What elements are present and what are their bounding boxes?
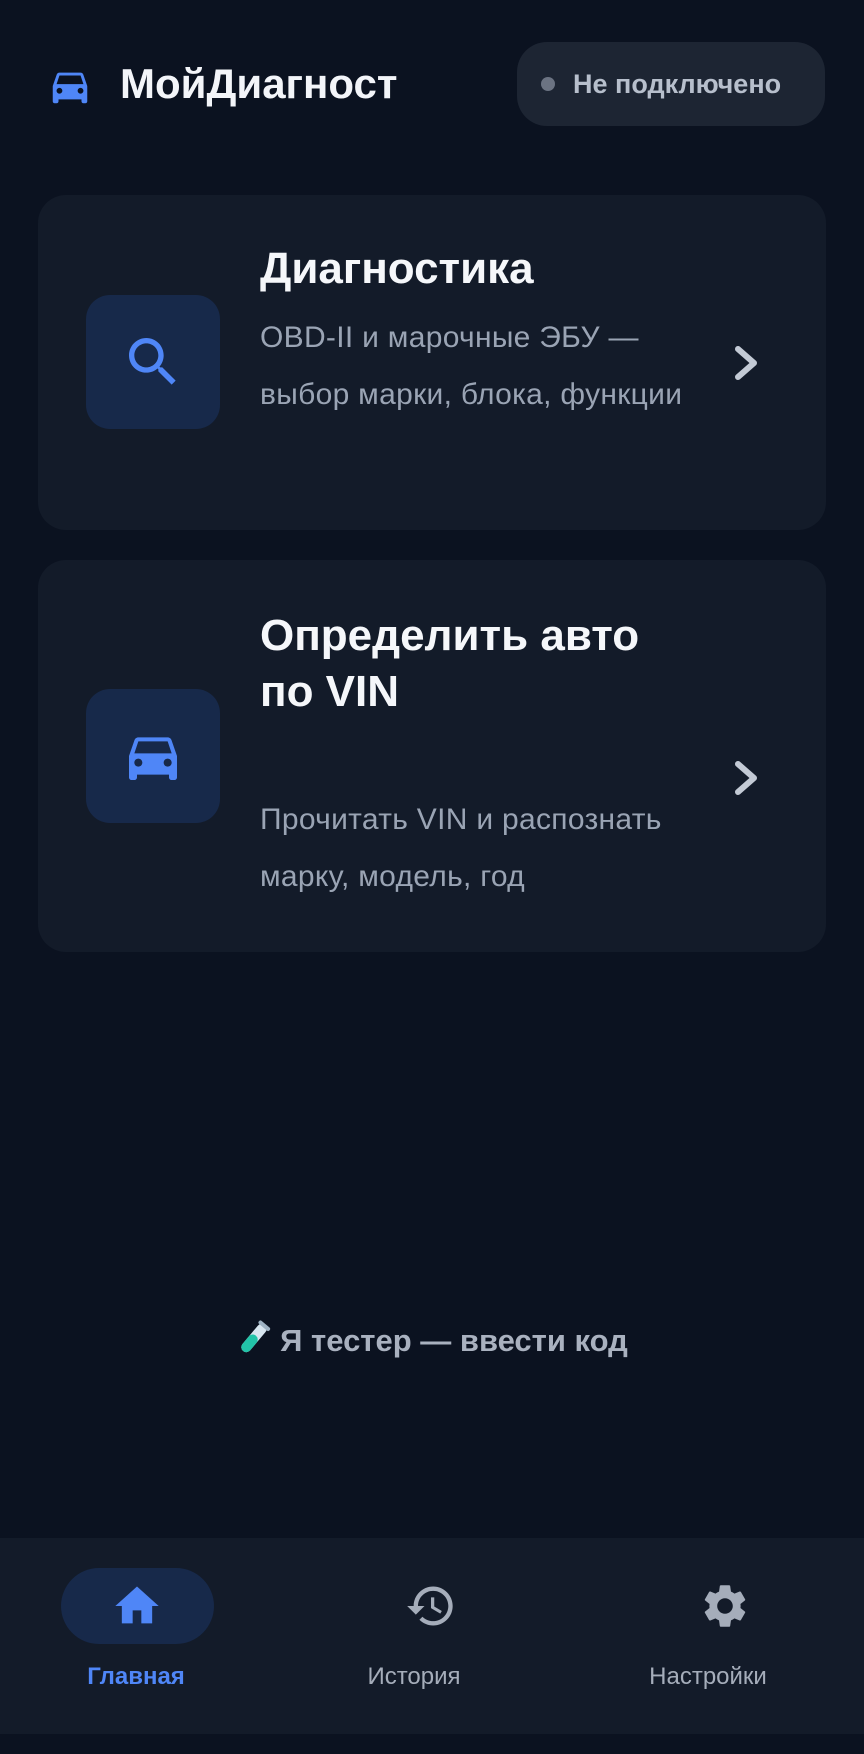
chevron-right-icon: [735, 346, 757, 380]
nav-label-settings: Настройки: [649, 1663, 767, 1690]
vin-icon-box: [86, 689, 220, 823]
connection-status-text: Не подключено: [573, 69, 782, 99]
vin-lookup-title: Определить авто по VIN: [260, 611, 640, 716]
app-screen: МойДиагност Не подключено Диагностика OB…: [0, 0, 864, 1754]
diagnostics-description: OBD-II и марочные ЭБУ — выбор марки, бло…: [260, 321, 683, 411]
car-icon: [52, 72, 88, 104]
system-gesture-bar: [0, 1734, 864, 1754]
bottom-navigation: Главная История Настройки: [0, 1538, 864, 1734]
nav-tab-history[interactable]: История: [288, 1538, 576, 1734]
nav-tab-settings[interactable]: Настройки: [576, 1538, 864, 1734]
search-icon: [129, 338, 176, 385]
tester-code-label: Я тестер — ввести код: [280, 1323, 628, 1358]
app-header: МойДиагност Не подключено: [0, 0, 864, 170]
status-dot: [541, 77, 555, 91]
diagnostics-card[interactable]: Диагностика OBD-II и марочные ЭБУ — выбо…: [38, 195, 826, 530]
nav-label-home: Главная: [87, 1663, 185, 1690]
vin-lookup-description: Прочитать VIN и распознать марку, модель…: [260, 803, 662, 893]
gear-icon: [704, 1585, 746, 1627]
tester-code-link[interactable]: Я тестер — ввести код: [0, 1318, 864, 1364]
diagnostics-icon-box: [86, 295, 220, 429]
test-tube-icon: [241, 1320, 271, 1353]
car-icon: [129, 737, 177, 780]
home-icon: [115, 1586, 159, 1624]
app-title: МойДиагност: [120, 60, 398, 107]
nav-tab-home[interactable]: Главная: [0, 1538, 288, 1734]
history-icon: [407, 1586, 453, 1626]
nav-label-history: История: [367, 1663, 461, 1690]
vin-lookup-card[interactable]: Определить авто по VIN Прочитать VIN и р…: [38, 560, 826, 952]
diagnostics-title: Диагностика: [260, 244, 534, 293]
connection-status-badge[interactable]: Не подключено: [517, 42, 825, 126]
chevron-right-icon: [735, 761, 757, 795]
